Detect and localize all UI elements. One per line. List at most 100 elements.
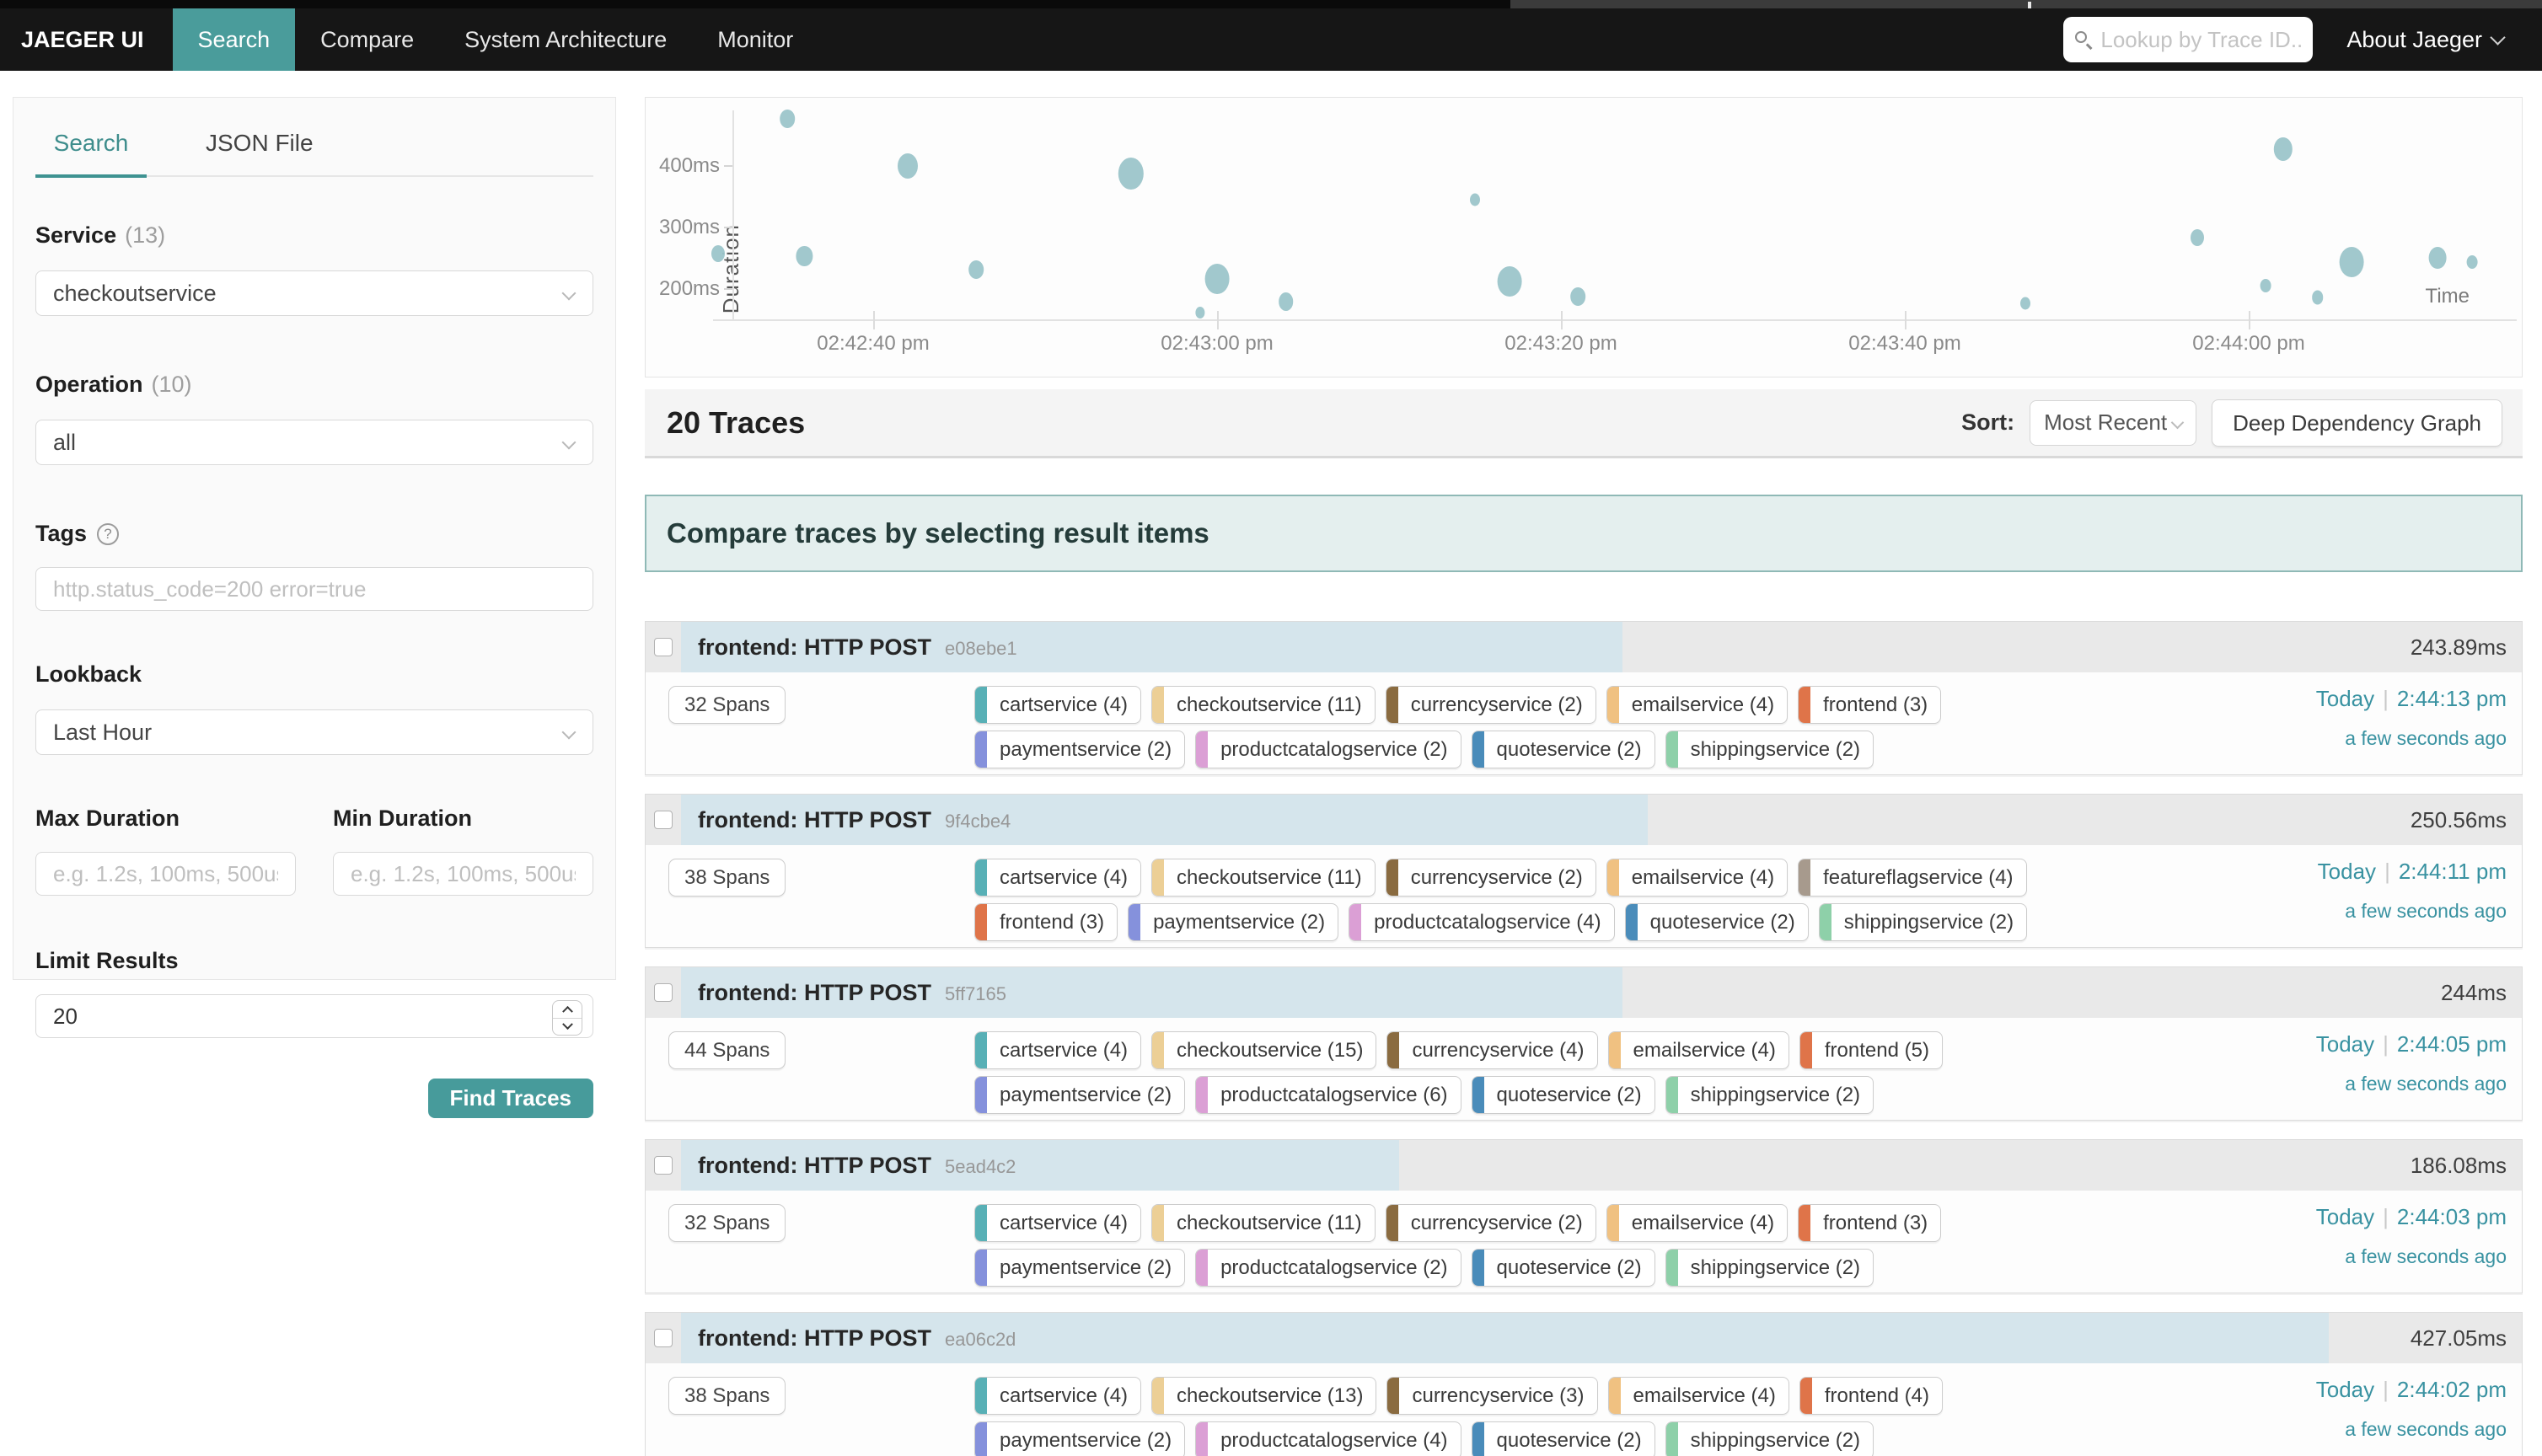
service-tag-emailservice[interactable]: emailservice (4): [1606, 859, 1788, 897]
trace-scatter-dot[interactable]: [2020, 297, 2030, 309]
trace-select-checkbox[interactable]: [654, 811, 673, 829]
trace-title[interactable]: frontend: HTTP POST9f4cbe4: [698, 795, 1011, 847]
trace-card-header[interactable]: frontend: HTTP POST9f4cbe4 250.56ms: [646, 795, 2522, 845]
trace-day-link[interactable]: Today: [2316, 1377, 2374, 1402]
trace-lookup-input[interactable]: [2100, 27, 2303, 53]
service-tag-frontend[interactable]: frontend (3): [1798, 1204, 1941, 1242]
span-count-pill[interactable]: 32 Spans: [668, 686, 786, 724]
service-tag-paymentservice[interactable]: paymentservice (2): [1128, 903, 1338, 941]
service-tag-productcatalogservice[interactable]: productcatalogservice (2): [1195, 731, 1461, 768]
trace-select-checkbox[interactable]: [654, 983, 673, 1002]
help-icon[interactable]: ?: [97, 523, 119, 545]
span-count-pill[interactable]: 38 Spans: [668, 1377, 786, 1415]
trace-scatter-dot[interactable]: [2191, 229, 2204, 246]
trace-day-link[interactable]: Today: [2316, 1204, 2374, 1229]
trace-scatter-dot[interactable]: [2274, 137, 2293, 161]
service-tag-checkoutservice[interactable]: checkoutservice (15): [1151, 1031, 1376, 1069]
service-tag-emailservice[interactable]: emailservice (4): [1608, 1031, 1789, 1069]
tab-json-file[interactable]: JSON File: [206, 130, 314, 157]
service-tag-paymentservice[interactable]: paymentservice (2): [974, 1076, 1185, 1114]
trace-scatter-dot[interactable]: [1571, 287, 1586, 306]
service-tag-productcatalogservice[interactable]: productcatalogservice (6): [1195, 1076, 1461, 1114]
service-tag-quoteservice[interactable]: quoteservice (2): [1472, 1076, 1655, 1114]
trace-result-card[interactable]: frontend: HTTP POST5ead4c2 186.08ms 32 S…: [645, 1139, 2523, 1293]
service-tag-frontend[interactable]: frontend (3): [1798, 686, 1941, 724]
service-tag-checkoutservice[interactable]: checkoutservice (13): [1151, 1377, 1376, 1415]
trace-scatter-dot[interactable]: [711, 245, 725, 262]
service-tag-cartservice[interactable]: cartservice (4): [974, 1377, 1141, 1415]
nav-item-system-architecture[interactable]: System Architecture: [439, 8, 692, 71]
service-tag-paymentservice[interactable]: paymentservice (2): [974, 731, 1185, 768]
operation-select[interactable]: all: [35, 420, 593, 465]
trace-title[interactable]: frontend: HTTP POSTea06c2d: [698, 1313, 1016, 1365]
trace-scatter-dot[interactable]: [969, 260, 984, 279]
trace-title[interactable]: frontend: HTTP POST5ff7165: [698, 967, 1006, 1020]
service-tag-frontend[interactable]: frontend (5): [1799, 1031, 1943, 1069]
trace-select-checkbox[interactable]: [654, 638, 673, 656]
trace-result-card[interactable]: frontend: HTTP POSTe08ebe1 243.89ms 32 S…: [645, 621, 2523, 775]
service-tag-shippingservice[interactable]: shippingservice (2): [1665, 1421, 1874, 1456]
service-tag-quoteservice[interactable]: quoteservice (2): [1472, 1249, 1655, 1287]
service-tag-shippingservice[interactable]: shippingservice (2): [1665, 1249, 1874, 1287]
span-count-pill[interactable]: 38 Spans: [668, 859, 786, 897]
service-tag-checkoutservice[interactable]: checkoutservice (11): [1151, 1204, 1376, 1242]
service-tag-checkoutservice[interactable]: checkoutservice (11): [1151, 686, 1376, 724]
trace-time-link[interactable]: 2:44:02 pm: [2397, 1377, 2507, 1402]
tab-search[interactable]: Search: [35, 130, 147, 157]
trace-select-checkbox[interactable]: [654, 1156, 673, 1175]
service-tag-quoteservice[interactable]: quoteservice (2): [1472, 731, 1655, 768]
trace-scatter-dot[interactable]: [2467, 255, 2478, 269]
service-tag-shippingservice[interactable]: shippingservice (2): [1665, 731, 1874, 768]
trace-scatter-dot[interactable]: [1205, 264, 1230, 294]
service-tag-checkoutservice[interactable]: checkoutservice (11): [1151, 859, 1376, 897]
nav-item-compare[interactable]: Compare: [295, 8, 439, 71]
service-select[interactable]: checkoutservice: [35, 270, 593, 316]
trace-result-card[interactable]: frontend: HTTP POSTea06c2d 427.05ms 38 S…: [645, 1312, 2523, 1456]
trace-scatter-dot[interactable]: [780, 110, 795, 128]
service-tag-emailservice[interactable]: emailservice (4): [1606, 1204, 1788, 1242]
service-tag-shippingservice[interactable]: shippingservice (2): [1819, 903, 2027, 941]
trace-time-link[interactable]: 2:44:03 pm: [2397, 1204, 2507, 1229]
service-tag-frontend[interactable]: frontend (4): [1799, 1377, 1943, 1415]
trace-card-header[interactable]: frontend: HTTP POST5ff7165 244ms: [646, 967, 2522, 1018]
deep-dependency-graph-button[interactable]: Deep Dependency Graph: [2212, 399, 2502, 447]
service-tag-cartservice[interactable]: cartservice (4): [974, 1204, 1141, 1242]
trace-scatter-dot[interactable]: [2429, 247, 2447, 269]
stepper-down-icon[interactable]: [553, 1019, 582, 1036]
trace-card-header[interactable]: frontend: HTTP POSTe08ebe1 243.89ms: [646, 622, 2522, 672]
service-tag-currencyservice[interactable]: currencyservice (3): [1386, 1377, 1597, 1415]
trace-scatter-dot[interactable]: [2312, 291, 2324, 305]
service-tag-paymentservice[interactable]: paymentservice (2): [974, 1421, 1185, 1456]
trace-scatter-dot[interactable]: [1195, 307, 1204, 318]
trace-result-card[interactable]: frontend: HTTP POST9f4cbe4 250.56ms 38 S…: [645, 794, 2523, 948]
trace-scatter-dot[interactable]: [2340, 247, 2364, 277]
number-stepper[interactable]: [552, 1000, 582, 1036]
trace-title[interactable]: frontend: HTTP POST5ead4c2: [698, 1140, 1016, 1192]
find-traces-button[interactable]: Find Traces: [428, 1079, 594, 1118]
trace-card-header[interactable]: frontend: HTTP POST5ead4c2 186.08ms: [646, 1140, 2522, 1191]
span-count-pill[interactable]: 32 Spans: [668, 1204, 786, 1242]
limit-results-input[interactable]: [53, 1004, 576, 1030]
trace-scatter-dot[interactable]: [1497, 266, 1521, 297]
trace-scatter-dot[interactable]: [1470, 194, 1480, 206]
trace-day-link[interactable]: Today: [2318, 859, 2376, 884]
lookback-select[interactable]: Last Hour: [35, 709, 593, 755]
service-tag-currencyservice[interactable]: currencyservice (2): [1386, 686, 1596, 724]
service-tag-productcatalogservice[interactable]: productcatalogservice (2): [1195, 1249, 1461, 1287]
trace-select-checkbox[interactable]: [654, 1329, 673, 1347]
span-count-pill[interactable]: 44 Spans: [668, 1031, 786, 1069]
service-tag-currencyservice[interactable]: currencyservice (2): [1386, 859, 1596, 897]
trace-day-link[interactable]: Today: [2316, 686, 2374, 711]
service-tag-shippingservice[interactable]: shippingservice (2): [1665, 1076, 1874, 1114]
trace-scatter-dot[interactable]: [1279, 292, 1294, 311]
trace-card-header[interactable]: frontend: HTTP POSTea06c2d 427.05ms: [646, 1313, 2522, 1363]
service-tag-productcatalogservice[interactable]: productcatalogservice (4): [1195, 1421, 1461, 1456]
trace-scatter-dot[interactable]: [796, 246, 812, 266]
trace-time-link[interactable]: 2:44:13 pm: [2397, 686, 2507, 711]
trace-scatter-dot[interactable]: [898, 153, 918, 179]
service-tag-cartservice[interactable]: cartservice (4): [974, 686, 1141, 724]
trace-scatter-dot[interactable]: [2260, 279, 2271, 292]
service-tag-frontend[interactable]: frontend (3): [974, 903, 1118, 941]
nav-item-search[interactable]: Search: [173, 8, 296, 71]
trace-time-link[interactable]: 2:44:11 pm: [2399, 859, 2507, 884]
